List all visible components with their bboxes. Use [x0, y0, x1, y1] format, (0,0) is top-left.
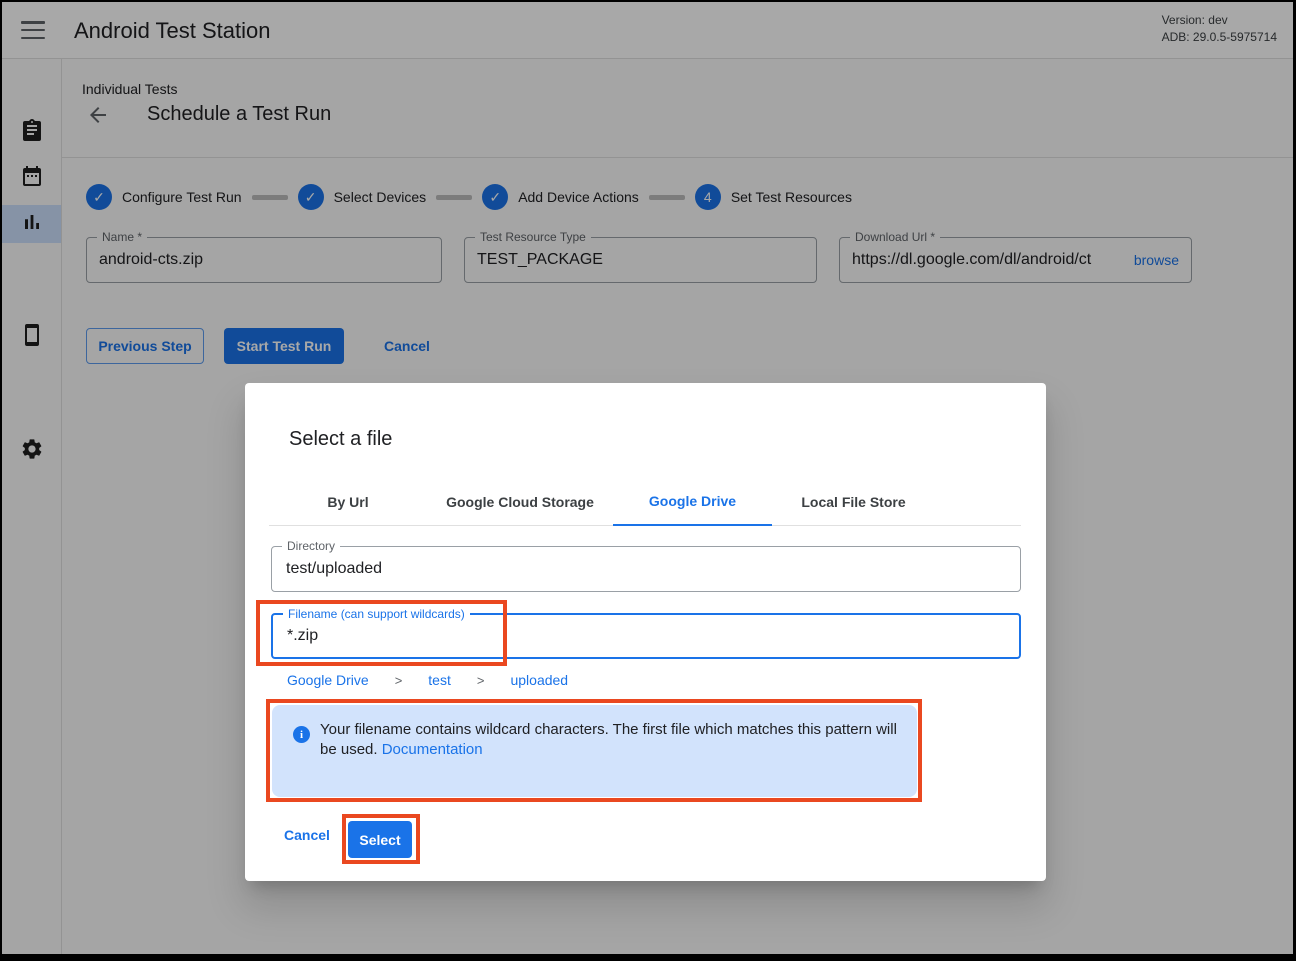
dialog-select-button[interactable]: Select [348, 821, 412, 858]
dialog-title: Select a file [289, 428, 392, 451]
breadcrumb: Google Drive > test > uploaded [287, 672, 568, 688]
info-icon: i [293, 726, 310, 743]
directory-field[interactable]: Directory test/uploaded [271, 546, 1021, 592]
tab-local-file-store[interactable]: Local File Store [772, 478, 935, 526]
breadcrumb-test[interactable]: test [428, 672, 451, 688]
filename-field-value: *.zip [287, 627, 318, 645]
dialog-tabs: By Url Google Cloud Storage Google Drive… [269, 478, 1021, 526]
filename-field[interactable]: Filename (can support wildcards) *.zip [271, 613, 1021, 659]
tab-google-drive[interactable]: Google Drive [613, 478, 772, 526]
documentation-link[interactable]: Documentation [382, 741, 483, 758]
tab-by-url[interactable]: By Url [269, 478, 427, 526]
filename-field-label: Filename (can support wildcards) [283, 607, 470, 621]
dialog-cancel-button[interactable]: Cancel [277, 817, 337, 853]
banner-text: Your filename contains wildcard characte… [320, 720, 905, 759]
select-file-dialog: Select a file By Url Google Cloud Storag… [245, 383, 1046, 881]
breadcrumb-uploaded[interactable]: uploaded [510, 672, 568, 688]
tab-google-cloud-storage[interactable]: Google Cloud Storage [427, 478, 613, 526]
app-window: Android Test Station Version: dev ADB: 2… [2, 2, 1293, 954]
directory-field-label: Directory [282, 539, 340, 553]
chevron-right-icon: > [477, 673, 485, 688]
directory-field-value: test/uploaded [286, 560, 382, 578]
breadcrumb-google-drive[interactable]: Google Drive [287, 672, 369, 688]
chevron-right-icon: > [395, 673, 403, 688]
wildcard-info-banner: i Your filename contains wildcard charac… [272, 705, 917, 797]
